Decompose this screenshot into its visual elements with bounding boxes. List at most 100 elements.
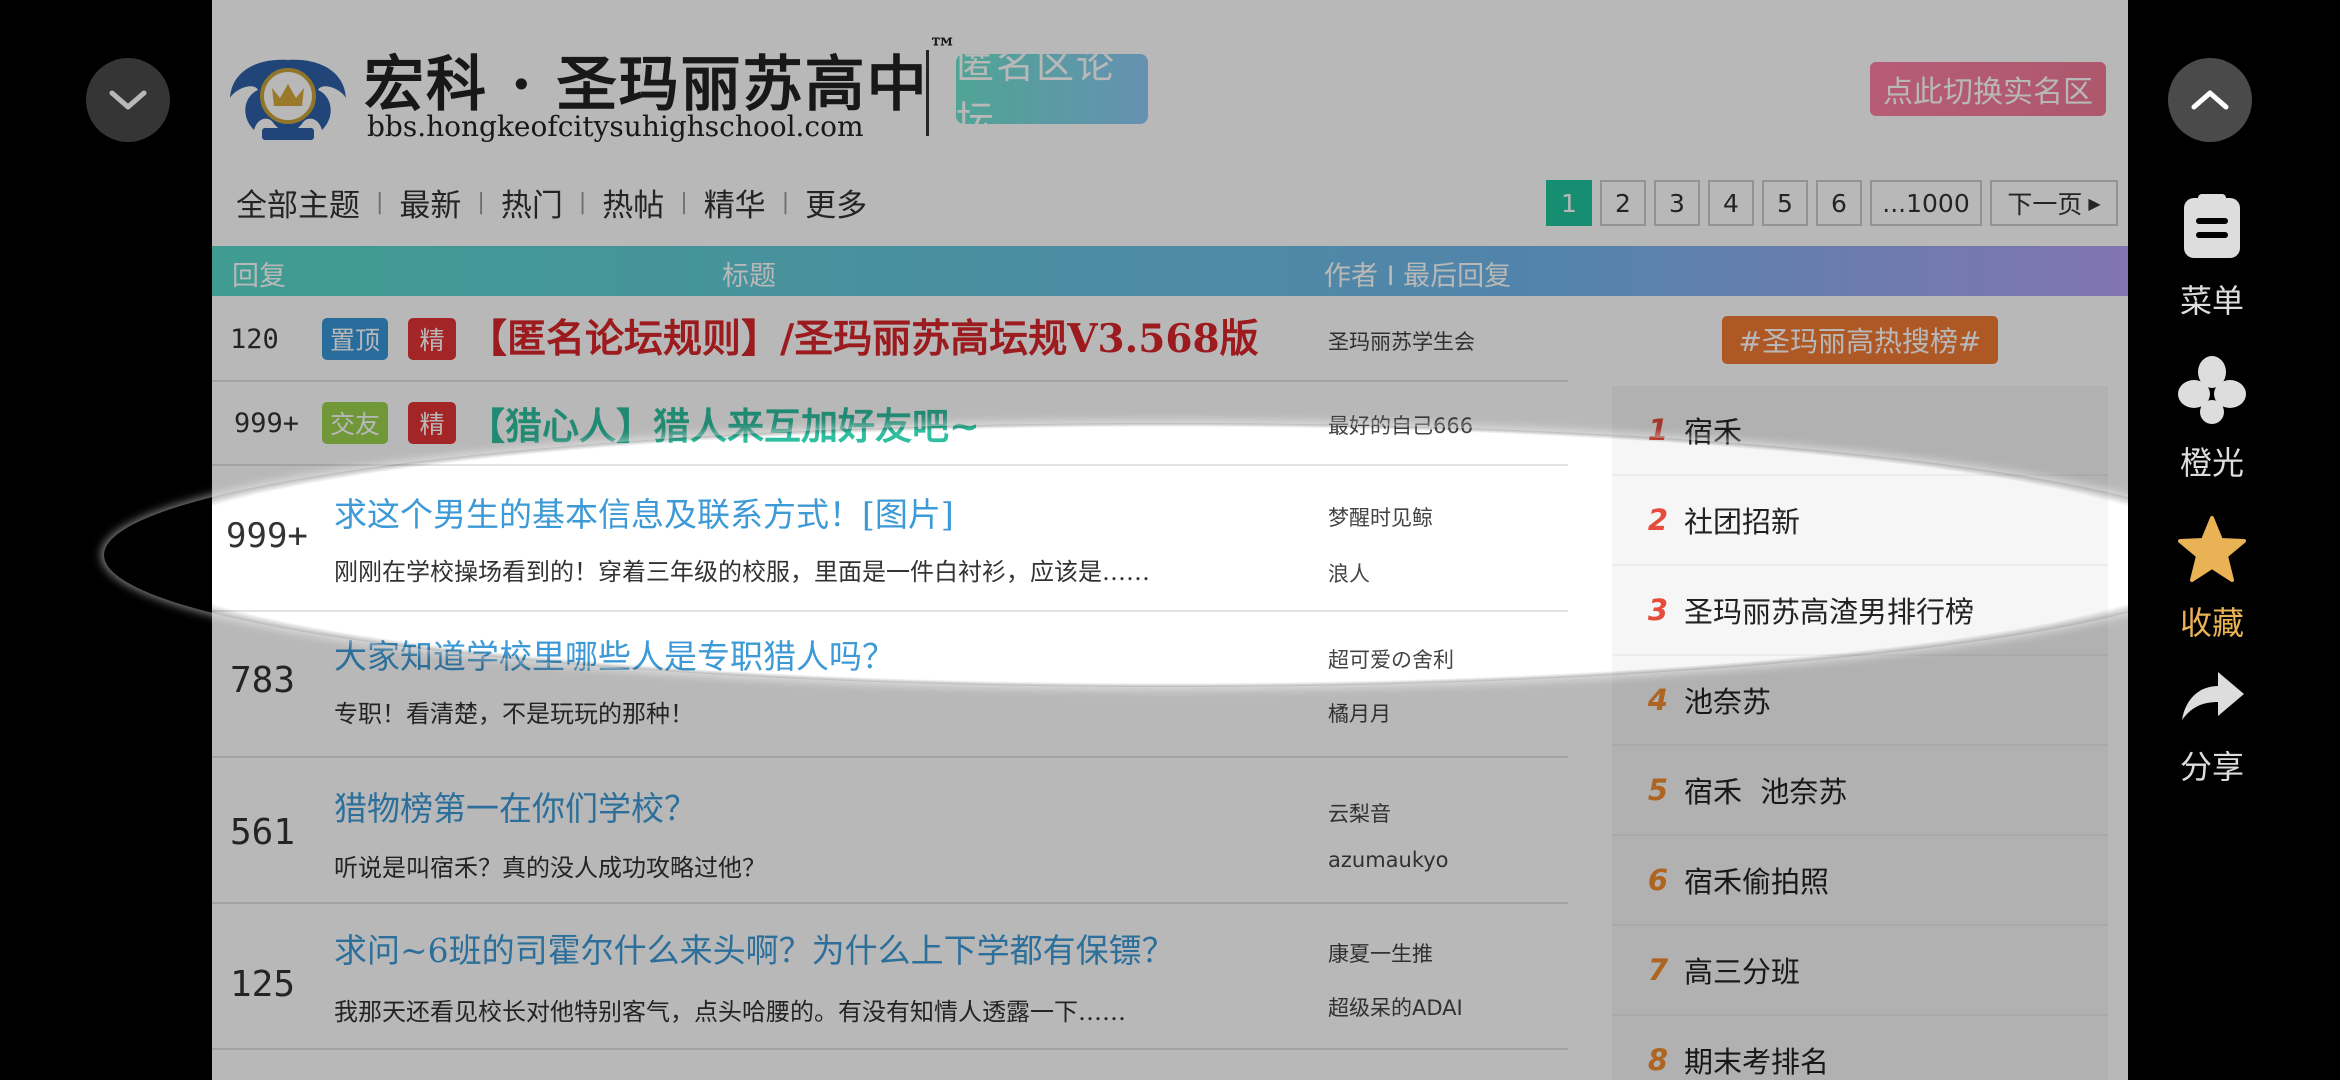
hot-search-item[interactable]: 7 高三分班 <box>1612 926 2108 1016</box>
triangle-right-icon: ▶ <box>2088 193 2101 213</box>
thread-excerpt: 我那天还看见校长对他特别客气，点头哈腰的。有没有知情人透露一下…… <box>334 998 1126 1026</box>
title-column-header: 标题 <box>722 261 776 292</box>
forum-page: 宏科 · 圣玛丽苏高中™ bbs.hongkeofcitysuhighschoo… <box>212 0 2128 1080</box>
orange-light-icon <box>2178 356 2246 424</box>
nav-all-topics[interactable]: 全部主题 <box>236 180 360 225</box>
thread-title[interactable]: 大家知道学校里哪些人是专职猎人吗？ <box>334 630 895 678</box>
author-column-header: 作者 I 最后回复 <box>1324 261 1512 292</box>
favorite-button[interactable]: 收藏 <box>2128 514 2296 644</box>
site-url: bbs.hongkeofcitysuhighschool.com <box>367 110 864 143</box>
school-crest-logo <box>230 59 346 140</box>
hot-rank: 8 <box>1647 1043 1668 1077</box>
menu-button[interactable]: 菜单 <box>2128 192 2296 322</box>
chevron-down-icon <box>109 90 147 110</box>
collapse-button[interactable] <box>86 58 170 142</box>
share-arrow-icon <box>2182 672 2244 720</box>
page-4-button[interactable]: 4 <box>1708 180 1754 226</box>
hot-search-text: 高三分班 <box>1684 955 1801 989</box>
thread-title[interactable]: 【猎心人】猎人来互加好友吧~ <box>468 396 980 450</box>
last-reply-user[interactable]: 浪人 <box>1328 558 1370 588</box>
last-reply-user[interactable]: 橘月月 <box>1328 698 1391 728</box>
hot-search-title: #圣玛丽高热搜榜# <box>1722 316 1998 364</box>
share-label: 分享 <box>2179 748 2244 786</box>
thread-excerpt: 听说是叫宿禾？真的没人成功攻略过他？ <box>334 854 766 882</box>
hot-rank: 3 <box>1647 593 1668 627</box>
reply-count: 999+ <box>234 408 300 439</box>
thread-author[interactable]: 圣玛丽苏学生会 <box>1328 326 1475 356</box>
hot-search-item[interactable]: 3 圣玛丽苏高渣男排行榜 <box>1612 566 2108 656</box>
chevron-up-icon <box>2191 90 2229 110</box>
page-3-button[interactable]: 3 <box>1654 180 1700 226</box>
hot-search-text: 期末考排名 <box>1684 1045 1830 1079</box>
hot-search-item[interactable]: 5 宿禾 池奈苏 <box>1612 746 2108 836</box>
nav-separator: | <box>578 190 587 215</box>
page-2-button[interactable]: 2 <box>1600 180 1646 226</box>
hot-search-item[interactable]: 2 社团招新 <box>1612 476 2108 566</box>
nav-popular[interactable]: 热门 <box>501 180 563 225</box>
reply-count: 125 <box>230 964 296 1005</box>
table-row[interactable]: 120 置顶 精 【匿名论坛规则】/圣玛丽苏高坛规V3.568版 圣玛丽苏学生会 <box>212 296 1568 382</box>
anonymous-forum-badge: 匿名区论坛 <box>956 43 1148 142</box>
thread-title[interactable]: 【匿名论坛规则】/圣玛丽苏高坛规V3.568版 <box>468 308 1259 364</box>
pinned-tag: 置顶 <box>322 318 388 360</box>
menu-list-icon <box>2184 194 2240 258</box>
reply-count: 561 <box>230 812 296 853</box>
thread-table-header: 回复 标题 作者 I 最后回复 <box>212 246 2128 296</box>
category-nav: 全部主题 | 最新 | 热门 | 热帖 | 精华 | 更多 <box>236 180 867 225</box>
table-row[interactable]: 999+ 求这个男生的基本信息及联系方式！[图片] 刚刚在学校操场看到的！穿着三… <box>212 464 1568 612</box>
thread-author[interactable]: 梦醒时见鲸 <box>1328 502 1433 532</box>
share-button[interactable]: 分享 <box>2128 658 2296 788</box>
next-page-button[interactable]: 下一页 ▶ <box>1990 180 2118 226</box>
menu-label: 菜单 <box>2179 282 2244 320</box>
table-row[interactable]: 561 猎物榜第一在你们学校？ 听说是叫宿禾？真的没人成功攻略过他？ 云梨音 a… <box>212 756 1568 904</box>
thread-author[interactable]: 康夏一生推 <box>1328 938 1433 968</box>
star-icon <box>2178 516 2246 582</box>
table-row[interactable]: 125 求问~6班的司霍尔什么来头啊？为什么上下学都有保镖？ 我那天还看见校长对… <box>212 902 1568 1050</box>
hot-rank: 5 <box>1647 773 1668 807</box>
hot-search-text: 宿禾 池奈苏 <box>1684 775 1848 809</box>
page-5-button[interactable]: 5 <box>1762 180 1808 226</box>
table-row[interactable]: 999+ 交友 精 【猎心人】猎人来互加好友吧~ 最好的自己666 <box>212 380 1568 466</box>
nav-featured[interactable]: 精华 <box>704 180 766 225</box>
nav-hot-posts[interactable]: 热帖 <box>602 180 664 225</box>
favorite-label: 收藏 <box>2179 604 2244 642</box>
orange-light-label: 橙光 <box>2179 444 2244 482</box>
thread-author[interactable]: 最好的自己666 <box>1328 410 1473 440</box>
page-last-button[interactable]: ...1000 <box>1870 180 1982 226</box>
nav-latest[interactable]: 最新 <box>399 180 461 225</box>
reply-count: 120 <box>230 324 279 355</box>
hot-search-text: 宿禾 <box>1684 415 1743 449</box>
thread-author[interactable]: 超可爱の舍利 <box>1328 644 1454 674</box>
thread-title[interactable]: 猎物榜第一在你们学校？ <box>334 782 697 830</box>
nav-separator: | <box>376 190 384 215</box>
switch-real-name-button[interactable]: 点此切换实名区 <box>1870 62 2106 116</box>
thread-title[interactable]: 求这个男生的基本信息及联系方式！[图片] <box>334 488 954 536</box>
thread-excerpt: 刚刚在学校操场看到的！穿着三年级的校服，里面是一件白衬衫，应该是…… <box>334 558 1150 586</box>
page-1-button[interactable]: 1 <box>1546 180 1592 226</box>
last-reply-user[interactable]: 超级呆的ADAI <box>1328 992 1463 1022</box>
hot-search-text: 宿禾偷拍照 <box>1684 865 1830 899</box>
orange-light-button[interactable]: 橙光 <box>2128 354 2296 484</box>
hot-search-item[interactable]: 6 宿禾偷拍照 <box>1612 836 2108 926</box>
thread-author[interactable]: 云梨音 <box>1328 798 1391 828</box>
hot-search-item[interactable]: 8 期末考排名 <box>1612 1016 2108 1080</box>
hot-rank: 6 <box>1647 863 1668 897</box>
hot-search-text: 社团招新 <box>1684 505 1801 539</box>
hot-search-item[interactable]: 1 宿禾 <box>1612 386 2108 476</box>
featured-tag: 精 <box>408 402 456 444</box>
thread-title[interactable]: 求问~6班的司霍尔什么来头啊？为什么上下学都有保镖？ <box>334 924 1175 972</box>
last-reply-user[interactable]: azumaukyo <box>1328 848 1449 872</box>
table-row[interactable]: 783 大家知道学校里哪些人是专职猎人吗？ 专职！看清楚，不是玩玩的那种！ 超可… <box>212 610 1568 758</box>
nav-separator: | <box>477 190 485 215</box>
hot-search-text: 圣玛丽苏高渣男排行榜 <box>1684 595 1975 629</box>
next-page-label: 下一页 <box>2007 190 2083 219</box>
nav-more[interactable]: 更多 <box>805 180 867 225</box>
hot-rank: 2 <box>1647 503 1668 537</box>
hot-rank: 7 <box>1647 953 1668 987</box>
page-6-button[interactable]: 6 <box>1816 180 1862 226</box>
hot-search-item[interactable]: 4 池奈苏 <box>1612 656 2108 746</box>
scroll-up-button[interactable] <box>2168 58 2252 142</box>
featured-tag: 精 <box>408 318 456 360</box>
title-divider <box>926 50 929 136</box>
nav-separator: | <box>781 190 790 215</box>
